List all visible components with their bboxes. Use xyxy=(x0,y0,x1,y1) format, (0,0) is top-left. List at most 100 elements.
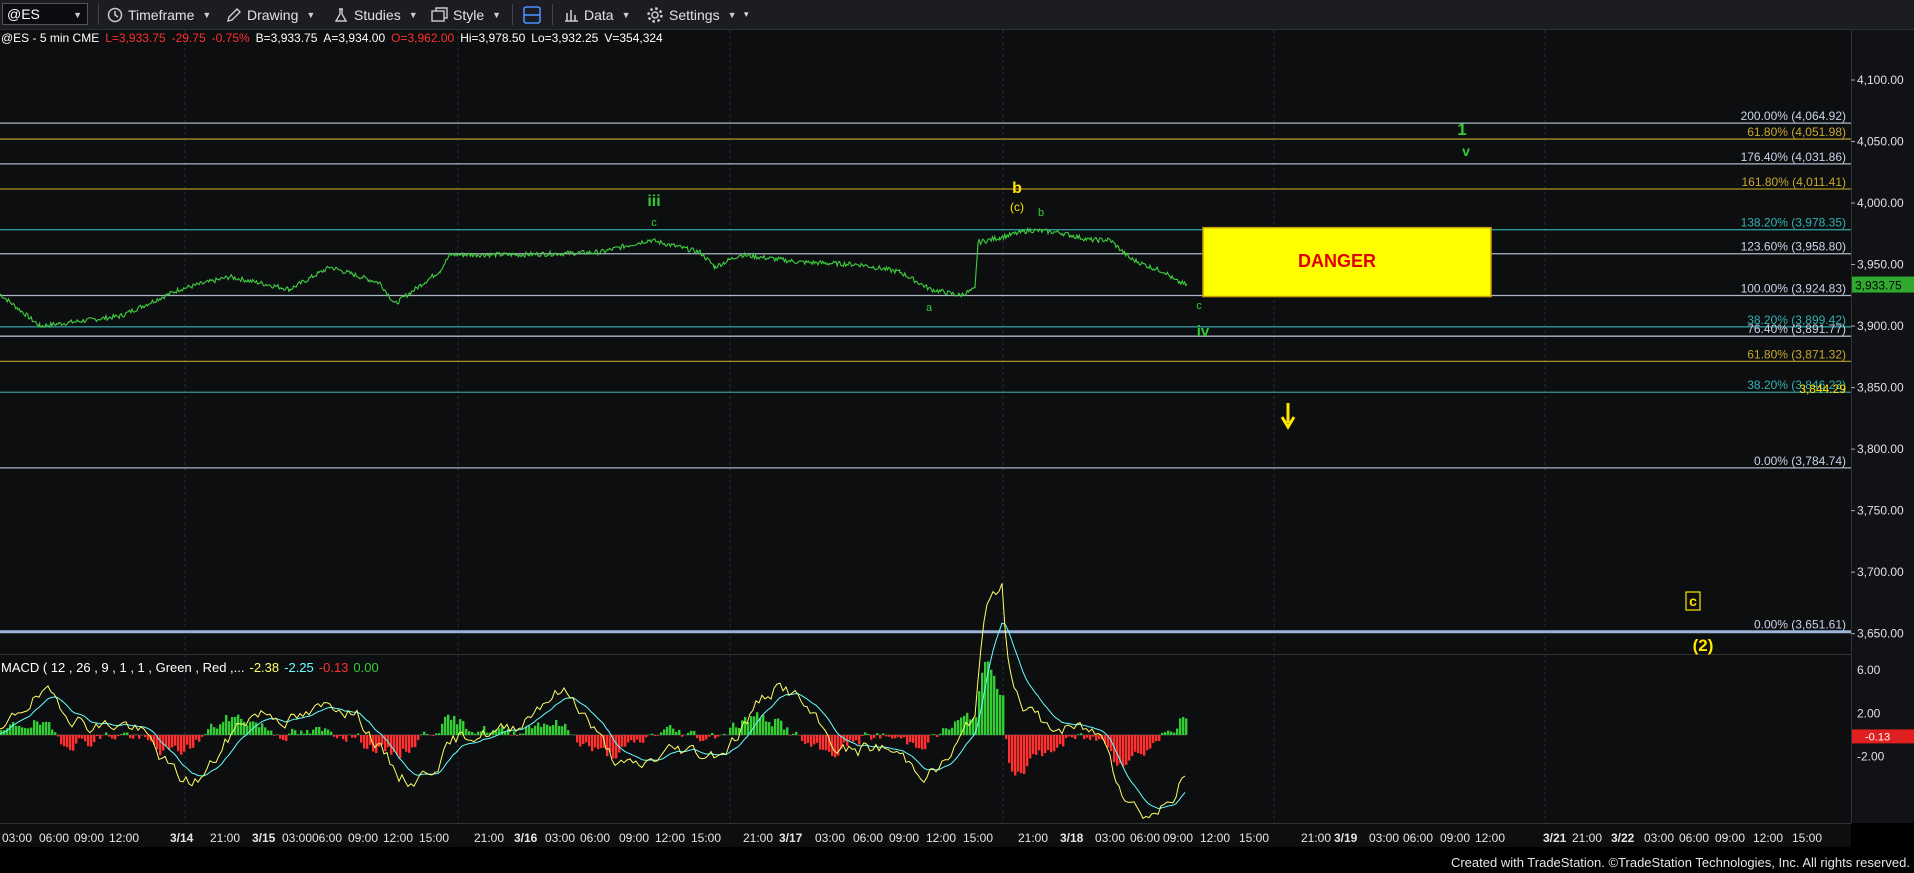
macd-histogram-bar xyxy=(111,735,114,739)
macd-histogram-bar xyxy=(879,735,882,739)
macd-histogram-bar xyxy=(744,716,747,735)
wave-label: b xyxy=(1012,180,1022,197)
macd-histogram-bar xyxy=(621,735,624,747)
price-tick-label: 3,900.00 xyxy=(1857,319,1904,333)
macd-histogram-bar xyxy=(318,726,321,735)
macd-histogram-bar xyxy=(1083,735,1086,740)
macd-histogram-bar xyxy=(93,735,96,743)
macd-histogram-bar xyxy=(63,735,66,747)
time-axis-label: 03:00 xyxy=(1369,831,1399,845)
macd-histogram-bar xyxy=(96,735,99,737)
macd-histogram-bar xyxy=(777,718,780,735)
macd-histogram-bar xyxy=(39,724,42,735)
macd-histogram-bar xyxy=(1071,735,1074,738)
macd-legend: MACD ( 12 , 26 , 9 , 1 , 1 , Green , Red… xyxy=(1,660,384,675)
drawing-label: Drawing xyxy=(247,6,299,23)
macd-histogram-bar xyxy=(1092,735,1095,737)
macd-histogram-bar xyxy=(294,730,297,735)
macd-histogram-bar xyxy=(699,735,702,742)
data-button[interactable]: Data ▼ xyxy=(563,0,631,29)
macd-histogram-bar xyxy=(1164,732,1167,735)
style-label: Style xyxy=(453,6,485,23)
macd-histogram-bar xyxy=(222,721,225,735)
symbol-input[interactable]: @ES ▼ xyxy=(2,3,88,25)
macd-histogram-bar xyxy=(600,735,603,749)
chevron-down-icon[interactable]: ▼ xyxy=(73,10,82,20)
macd-histogram-bar xyxy=(1011,735,1014,772)
macd-histogram-bar xyxy=(810,735,813,747)
macd-histogram-bar xyxy=(552,725,555,735)
macd-histogram-bar xyxy=(417,735,420,741)
time-axis-label: 3/14 xyxy=(170,831,194,845)
macd-histogram-bar xyxy=(216,728,219,735)
macd-histogram-bar xyxy=(120,734,123,735)
macd-histogram-bar xyxy=(897,735,900,737)
macd-histogram-bar xyxy=(687,732,690,735)
macd-histogram-bar xyxy=(510,735,513,736)
layout-button[interactable] xyxy=(522,0,547,29)
macd-histogram-bar xyxy=(534,725,537,735)
macd-histogram-bar xyxy=(1008,735,1011,763)
macd-histogram-bar xyxy=(693,730,696,735)
macd-histogram-bar xyxy=(801,735,804,742)
macd-histogram-bar xyxy=(1053,735,1056,752)
price-callout: 3,844.29 xyxy=(1799,382,1846,396)
chart-canvas[interactable]: 4,100.00 4,050.00 4,000.00 3,950.00 3,900.00… xyxy=(0,0,1914,873)
macd-last-tag-label: -0.13 xyxy=(1865,731,1890,743)
time-axis-label: 06:00 xyxy=(1679,831,1709,845)
macd-histogram-bar xyxy=(762,714,765,735)
net-change: -29.75 xyxy=(171,31,206,45)
macd-histogram-bar xyxy=(1074,735,1077,740)
time-axis-label: 21:00 xyxy=(1572,831,1602,845)
macd-histogram-bar xyxy=(936,735,939,737)
time-axis-label: 15:00 xyxy=(1239,831,1269,845)
macd-histogram-bar xyxy=(918,735,921,749)
timeframe-button[interactable]: Timeframe ▼ xyxy=(107,0,211,29)
macd-histogram-bar xyxy=(642,735,645,743)
macd-histogram-bar xyxy=(1038,735,1041,751)
macd-histogram-bar xyxy=(360,735,363,743)
macd-histogram-bar xyxy=(933,734,936,735)
macd-histogram-bar xyxy=(336,735,339,739)
macd-histogram-bar xyxy=(9,724,12,735)
macd-histogram-bar xyxy=(261,723,264,735)
macd-histogram-bar xyxy=(1170,731,1173,735)
macd-histogram-bar xyxy=(1047,735,1050,750)
last-price-tag-label: 3,933.75 xyxy=(1855,279,1902,293)
macd-histogram-bar xyxy=(1095,735,1098,741)
macd-histogram-bar xyxy=(108,735,111,737)
macd-histogram-bar xyxy=(321,730,324,735)
macd-histogram-bar xyxy=(591,735,594,752)
macd-histogram-bar xyxy=(309,733,312,735)
macd-histogram-bar xyxy=(90,735,93,747)
macd-histogram-bar xyxy=(567,730,570,735)
studies-button[interactable]: Studies ▼ xyxy=(333,0,418,29)
macd-histogram-bar xyxy=(921,735,924,750)
macd-histogram-bar xyxy=(330,731,333,735)
chevron-down-icon: ▼ xyxy=(727,9,737,20)
macd-histogram-bar xyxy=(681,735,684,737)
macd-histogram-bar xyxy=(657,735,660,736)
macd-histogram-bar xyxy=(174,735,177,746)
macd-histogram-bar xyxy=(696,735,699,739)
toolbar-overflow[interactable]: ▾ xyxy=(744,0,749,29)
macd-histogram-bar xyxy=(468,731,471,735)
macd-histogram-bar xyxy=(351,735,354,738)
drawing-button[interactable]: Drawing ▼ xyxy=(226,0,315,29)
fib-level-label: 100.00% (3,924.83) xyxy=(1741,282,1846,296)
price-tick-label: 3,700.00 xyxy=(1857,565,1904,579)
style-button[interactable]: Style ▼ xyxy=(430,0,501,29)
macd-histogram-bar xyxy=(576,735,579,743)
macd-zero-value: 0.00 xyxy=(353,660,379,675)
macd-histogram-bar xyxy=(129,735,132,739)
macd-histogram-bar xyxy=(45,721,48,735)
macd-histogram-bar xyxy=(885,735,888,737)
settings-button[interactable]: Settings ▼ xyxy=(646,0,737,29)
price-tick-label: 3,950.00 xyxy=(1857,258,1904,272)
macd-histogram-bar xyxy=(759,718,762,735)
time-axis-label: 15:00 xyxy=(419,831,449,845)
macd-histogram-bar xyxy=(624,735,627,747)
time-axis-label: 03:00 xyxy=(2,831,32,845)
macd-histogram-bar xyxy=(792,733,795,735)
macd-histogram-bar xyxy=(315,727,318,735)
